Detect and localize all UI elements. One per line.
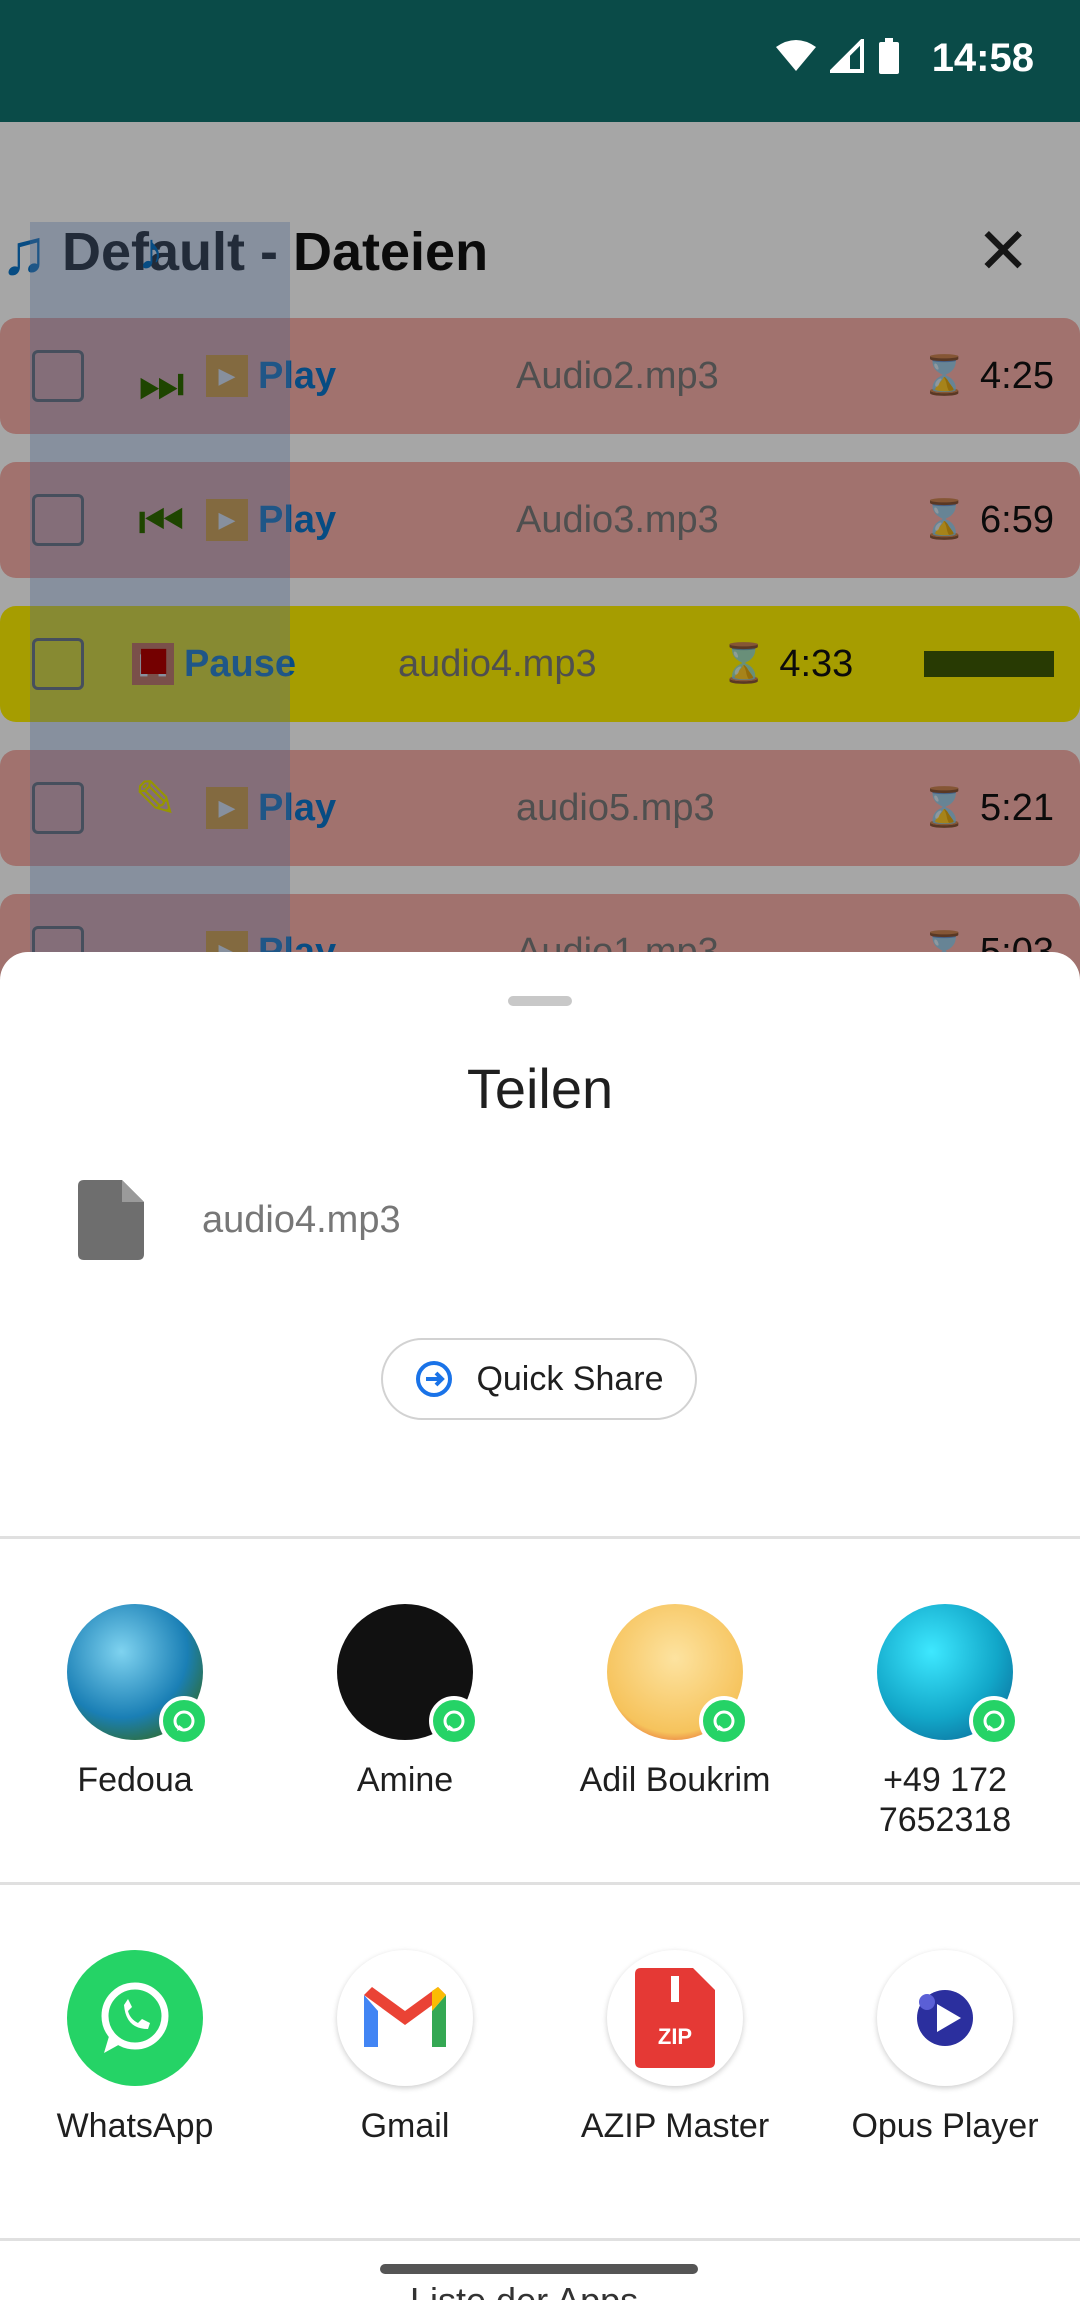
avatar	[877, 1604, 1019, 1746]
divider	[0, 1882, 1080, 1885]
contact-name: Fedoua	[77, 1761, 193, 1799]
gmail-icon	[337, 1950, 473, 2086]
svg-text:ZIP: ZIP	[658, 2024, 692, 2049]
whatsapp-badge-icon	[969, 1696, 1019, 1746]
divider	[0, 1536, 1080, 1539]
app-target[interactable]: ZIP AZIP Master	[540, 1950, 810, 2146]
app-target[interactable]: Gmail	[270, 1950, 540, 2146]
contact-target[interactable]: +49 172 7652318	[810, 1604, 1080, 1840]
whatsapp-badge-icon	[429, 1696, 479, 1746]
app-name: AZIP Master	[580, 2107, 770, 2145]
app-target[interactable]: Opus Player	[810, 1950, 1080, 2146]
avatar	[607, 1604, 749, 1746]
app-name: WhatsApp	[56, 2107, 214, 2145]
file-name: audio4.mp3	[202, 1198, 401, 1241]
quick-share-icon	[416, 1361, 453, 1397]
opus-player-icon	[877, 1950, 1013, 2086]
status-icons	[776, 38, 900, 74]
app-target[interactable]: WhatsApp	[0, 1950, 270, 2146]
app-name: Opus Player	[851, 2107, 1039, 2145]
divider	[0, 2238, 1080, 2241]
avatar	[337, 1604, 479, 1746]
zip-icon: ZIP	[607, 1950, 743, 2086]
contact-name: Adil Boukrim	[579, 1761, 771, 1799]
drag-handle[interactable]	[508, 996, 572, 1006]
whatsapp-icon	[67, 1950, 203, 2086]
share-sheet: Teilen audio4.mp3 Quick Share Fedoua Ami…	[0, 952, 1080, 2300]
file-icon	[78, 1180, 144, 1260]
quick-share-label: Quick Share	[476, 1359, 664, 1398]
whatsapp-badge-icon	[159, 1696, 209, 1746]
contact-target[interactable]: Fedoua	[0, 1604, 270, 1840]
quick-share-button[interactable]: Quick Share	[381, 1338, 697, 1420]
contact-name: Amine	[356, 1761, 454, 1799]
gesture-nav-bar[interactable]	[380, 2264, 698, 2274]
app-name: Gmail	[360, 2107, 450, 2145]
apps-list-label[interactable]: Liste der Apps	[410, 2280, 638, 2300]
avatar	[67, 1604, 209, 1746]
app-share-row: WhatsApp Gmail ZIP AZIP Master Opus Play…	[0, 1950, 1080, 2146]
shared-file: audio4.mp3	[78, 1180, 401, 1260]
contact-name: +49 172 7652318	[878, 1761, 1012, 1839]
wifi-icon	[776, 40, 816, 71]
status-bar: 14:58	[0, 0, 1080, 122]
battery-icon	[879, 38, 899, 74]
whatsapp-badge-icon	[699, 1696, 749, 1746]
contact-target[interactable]: Adil Boukrim	[540, 1604, 810, 1840]
contact-target[interactable]: Amine	[270, 1604, 540, 1840]
signal-icon	[830, 39, 864, 73]
sheet-title: Teilen	[466, 1057, 614, 1120]
direct-share-row: Fedoua Amine Adil Boukrim +49 172 765231…	[0, 1604, 1080, 1840]
status-time: 14:58	[931, 36, 1034, 80]
